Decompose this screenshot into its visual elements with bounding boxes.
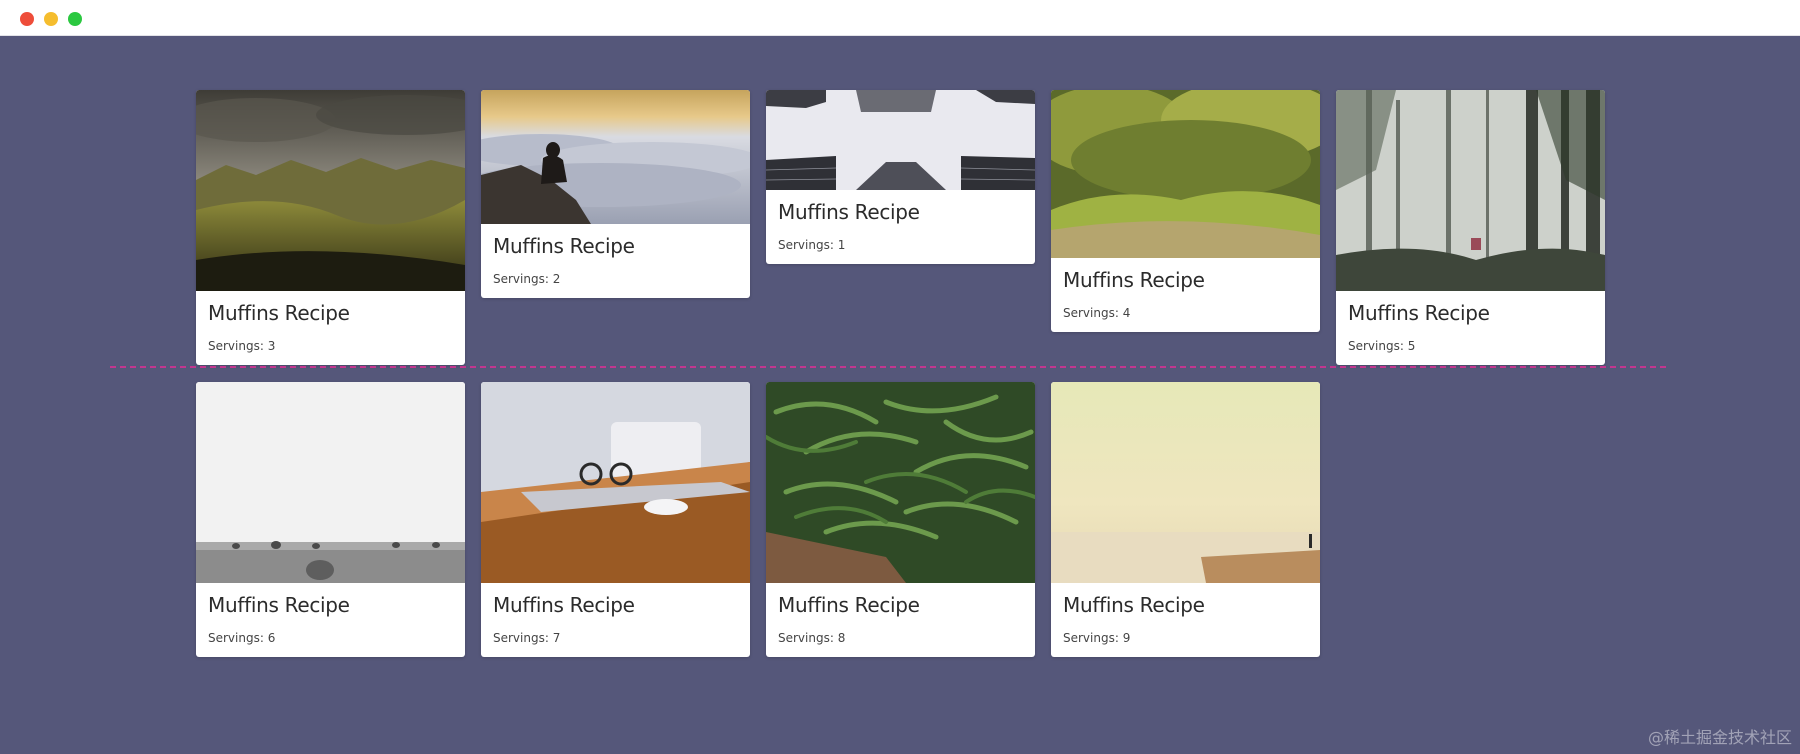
- card-title: Muffins Recipe: [208, 301, 350, 325]
- card-servings: Servings: 7: [493, 631, 561, 645]
- card-image-laptop-glasses-desk: [481, 382, 750, 583]
- card-title: Muffins Recipe: [1063, 268, 1205, 292]
- card-servings: Servings: 1: [778, 238, 846, 252]
- card-servings: Servings: 9: [1063, 631, 1131, 645]
- card-title: Muffins Recipe: [1063, 593, 1205, 617]
- card-servings: Servings: 2: [493, 272, 561, 286]
- card-title: Muffins Recipe: [493, 593, 635, 617]
- card-servings: Servings: 3: [208, 339, 276, 353]
- card-servings: Servings: 6: [208, 631, 276, 645]
- card-image-hazy-seaside: [1051, 382, 1320, 583]
- card-image-green-beans: [766, 382, 1035, 583]
- recipe-card[interactable]: Muffins Recipe Servings: 1: [766, 90, 1035, 264]
- card-title: Muffins Recipe: [1348, 301, 1490, 325]
- recipe-card[interactable]: Muffins Recipe Servings: 8: [766, 382, 1035, 657]
- card-title: Muffins Recipe: [208, 593, 350, 617]
- recipe-card[interactable]: Muffins Recipe Servings: 3: [196, 90, 465, 365]
- card-image-hay-bale-field: [196, 382, 465, 583]
- card-image-man-above-clouds: [481, 90, 750, 224]
- row-divider-line: [110, 366, 1666, 368]
- card-servings: Servings: 5: [1348, 339, 1416, 353]
- card-image-skyscrapers-looking-up: [766, 90, 1035, 190]
- card-title: Muffins Recipe: [493, 234, 635, 258]
- minimize-window-button[interactable]: [44, 12, 58, 26]
- recipe-card[interactable]: Muffins Recipe Servings: 6: [196, 382, 465, 657]
- window-titlebar: [0, 0, 1800, 36]
- card-servings: Servings: 8: [778, 631, 846, 645]
- recipe-card[interactable]: Muffins Recipe Servings: 5: [1336, 90, 1605, 365]
- maximize-window-button[interactable]: [68, 12, 82, 26]
- close-window-button[interactable]: [20, 12, 34, 26]
- card-image-misty-forest: [1336, 90, 1605, 291]
- recipe-card[interactable]: Muffins Recipe Servings: 2: [481, 90, 750, 298]
- recipe-card[interactable]: Muffins Recipe Servings: 4: [1051, 90, 1320, 332]
- card-title: Muffins Recipe: [778, 593, 920, 617]
- card-image-mossy-forest-floor: [1051, 90, 1320, 258]
- card-title: Muffins Recipe: [778, 200, 920, 224]
- recipe-card[interactable]: Muffins Recipe Servings: 7: [481, 382, 750, 657]
- card-servings: Servings: 4: [1063, 306, 1131, 320]
- watermark-text: @稀土掘金技术社区: [1647, 728, 1792, 747]
- card-image-cloudy-mountains: [196, 90, 465, 291]
- recipe-card[interactable]: Muffins Recipe Servings: 9: [1051, 382, 1320, 657]
